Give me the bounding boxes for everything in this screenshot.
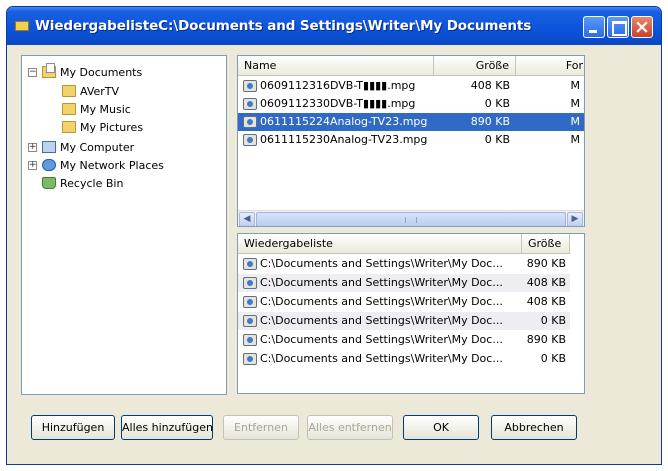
playlist-size: 408 KB (526, 295, 566, 308)
playlist-path: C:\Documents and Settings\Writer\My Doc.… (260, 333, 503, 346)
playlist-dialog: Wiedergabeliste C:\Documents and Settings… (6, 6, 662, 465)
tree-item-label: Recycle Bin (60, 177, 124, 190)
collapse-my-documents-icon[interactable]: − (28, 68, 37, 77)
minimize-button[interactable] (583, 16, 605, 38)
expand-network-places-icon[interactable]: + (28, 161, 37, 170)
media-file-icon (243, 80, 257, 92)
tree-item-label: My Music (80, 103, 131, 116)
table-row[interactable]: 0609112330DVB-T▮▮▮▮.mpg 0 KB M (238, 95, 584, 113)
pictures-folder-icon (62, 121, 76, 133)
tree-item-my-pictures[interactable]: My Pictures (62, 119, 143, 136)
title-bar[interactable]: WiedergabelisteC:\Documents and Settings… (7, 7, 661, 45)
column-header-size[interactable]: Größe (522, 234, 570, 254)
playlist-list[interactable]: Wiedergabeliste Größe C:\Documents and S… (237, 233, 585, 394)
column-header-name[interactable]: Name (238, 56, 434, 76)
column-header-size[interactable]: Größe (434, 56, 516, 76)
file-format: M (570, 115, 581, 128)
close-button[interactable] (631, 16, 653, 38)
playlist-size: 0 KB (540, 314, 566, 327)
tree-item-label: AVerTV (80, 85, 120, 98)
media-file-icon (243, 353, 257, 365)
app-icon (15, 21, 29, 31)
file-name: 0611115230Analog-TV23.mpg (260, 133, 428, 146)
file-name: 0609112330DVB-T▮▮▮▮.mpg (260, 97, 416, 110)
playlist-size: 0 KB (540, 352, 566, 365)
list-item[interactable]: C:\Documents and Settings\Writer\My Doc.… (238, 255, 570, 273)
playlist-path: C:\Documents and Settings\Writer\My Doc.… (260, 314, 503, 327)
scroll-grip-icon (405, 217, 417, 223)
list-item[interactable]: C:\Documents and Settings\Writer\My Doc.… (238, 312, 570, 330)
tree-item-label: My Network Places (60, 159, 164, 172)
file-name: 0611115224Analog-TV23.mpg (260, 115, 428, 128)
playlist-path: C:\Documents and Settings\Writer\My Doc.… (260, 295, 503, 308)
media-file-icon (243, 296, 257, 308)
scroll-thumb[interactable] (256, 212, 566, 226)
recycle-bin-icon (42, 177, 56, 189)
add-all-button[interactable]: Alles hinzufügen (121, 415, 213, 440)
playlist-size: 890 KB (526, 257, 566, 270)
tree-item-recycle-bin[interactable]: Recycle Bin (42, 175, 123, 192)
remove-button[interactable]: Entfernen (223, 415, 299, 440)
doc-folder-icon (42, 63, 56, 78)
file-list[interactable]: Name Größe For 0609112316DVB-T▮▮▮▮.mpg 4… (237, 55, 585, 227)
cancel-button[interactable]: Abbrechen (491, 415, 577, 440)
column-header-format[interactable]: For (516, 56, 584, 76)
list-item[interactable]: C:\Documents and Settings\Writer\My Doc.… (238, 331, 570, 349)
network-icon (42, 159, 56, 171)
media-file-icon (243, 134, 257, 146)
file-format: M (570, 97, 581, 110)
tree-item-my-music[interactable]: My Music (62, 101, 131, 118)
music-folder-icon (62, 103, 76, 115)
table-row[interactable]: 0611115230Analog-TV23.mpg 0 KB M (238, 131, 584, 149)
tree-item-my-network-places[interactable]: My Network Places (42, 157, 164, 174)
scroll-left-icon[interactable]: ◀ (239, 212, 255, 226)
media-file-icon (243, 334, 257, 346)
file-size: 408 KB (470, 79, 510, 92)
media-file-icon (243, 98, 257, 110)
list-item[interactable]: C:\Documents and Settings\Writer\My Doc.… (238, 274, 570, 292)
folder-icon (62, 85, 76, 97)
add-button[interactable]: Hinzufügen (31, 415, 115, 440)
tree-item-my-documents[interactable]: My Documents (42, 63, 143, 81)
window-title: WiedergabelisteC:\Documents and Settings… (35, 18, 532, 34)
scroll-right-icon[interactable]: ▶ (567, 212, 583, 226)
tree-item-label: My Computer (60, 141, 135, 154)
list-item[interactable]: C:\Documents and Settings\Writer\My Doc.… (238, 293, 570, 311)
horizontal-scrollbar[interactable]: ◀ ▶ (238, 210, 584, 226)
folder-tree[interactable]: − My Documents AVerTV My Music My Pictur… (21, 55, 227, 395)
playlist-path: C:\Documents and Settings\Writer\My Doc.… (260, 276, 503, 289)
media-file-icon (243, 116, 257, 128)
file-size: 0 KB (484, 97, 510, 110)
media-file-icon (243, 277, 257, 289)
table-row-selected[interactable]: 0611115224Analog-TV23.mpg 890 KB M (238, 113, 584, 131)
tree-item-avertv[interactable]: AVerTV (62, 83, 119, 100)
expand-my-computer-icon[interactable]: + (28, 143, 37, 152)
remove-all-button[interactable]: Alles entfernen (307, 415, 393, 440)
file-format: M (570, 79, 581, 92)
playlist-size: 408 KB (526, 276, 566, 289)
tree-item-label: My Documents (60, 66, 143, 79)
playlist-path: C:\Documents and Settings\Writer\My Doc.… (260, 257, 503, 270)
tree-item-my-computer[interactable]: My Computer (42, 139, 134, 156)
file-name: 0609112316DVB-T▮▮▮▮.mpg (260, 79, 416, 92)
list-item[interactable]: C:\Documents and Settings\Writer\My Doc.… (238, 350, 570, 368)
ok-button[interactable]: OK (403, 415, 479, 440)
file-format: M (570, 133, 581, 146)
file-size: 0 KB (484, 133, 510, 146)
media-file-icon (243, 315, 257, 327)
file-size: 890 KB (470, 115, 510, 128)
media-file-icon (243, 258, 257, 270)
maximize-button[interactable] (607, 16, 629, 38)
playlist-path: C:\Documents and Settings\Writer\My Doc.… (260, 352, 503, 365)
table-row[interactable]: 0609112316DVB-T▮▮▮▮.mpg 408 KB M (238, 77, 584, 95)
computer-icon (42, 141, 56, 153)
tree-item-label: My Pictures (80, 121, 144, 134)
column-header-playlist[interactable]: Wiedergabeliste (238, 234, 522, 254)
playlist-size: 890 KB (526, 333, 566, 346)
